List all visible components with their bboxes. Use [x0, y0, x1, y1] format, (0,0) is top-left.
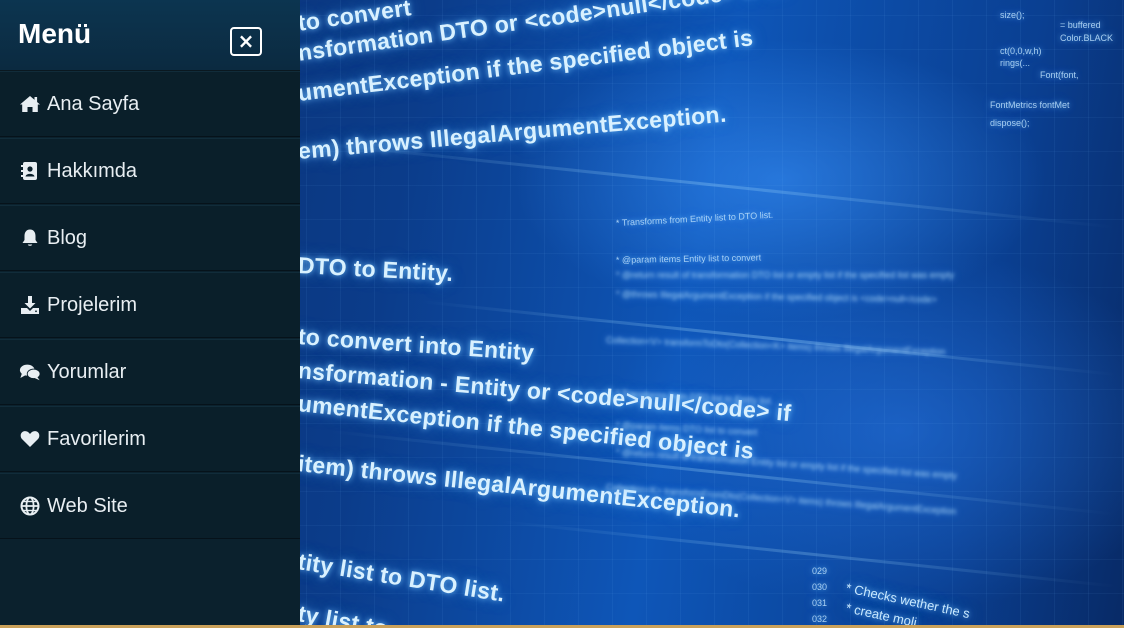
- menu-item-label: Web Site: [47, 494, 128, 517]
- line-number: 030: [812, 582, 828, 592]
- code-snippet: size();: [1000, 10, 1025, 20]
- code-snippet: ct(0,0,w,h): [1000, 46, 1042, 56]
- globe-icon: [19, 496, 41, 516]
- menu-item-label: Favorilerim: [47, 427, 146, 450]
- menu-item-hakkimda[interactable]: Hakkımda: [0, 138, 300, 204]
- menu-item-label: Blog: [47, 226, 88, 249]
- menu-header: Menü ×: [0, 0, 300, 71]
- menu-title: Menü: [18, 18, 92, 49]
- bell-icon: [19, 228, 41, 248]
- heart-icon: [19, 429, 41, 449]
- comments-icon: [19, 362, 41, 382]
- menu-item-label: Yorumlar: [47, 360, 127, 383]
- menu-item-favorilerim[interactable]: Favorilerim: [0, 406, 300, 472]
- code-comment: * @return result of transformation DTO l…: [616, 270, 955, 280]
- close-menu-button[interactable]: ×: [230, 27, 262, 56]
- code-snippet: rings(...: [1000, 58, 1031, 68]
- menu-item-projelerim[interactable]: Projelerim: [0, 272, 300, 338]
- menu-item-yorumlar[interactable]: Yorumlar: [0, 339, 300, 405]
- line-number: 029: [812, 566, 828, 576]
- close-icon: ×: [237, 29, 255, 53]
- code-snippet: Color.BLACK: [1060, 33, 1114, 43]
- line-number: 032: [812, 614, 828, 624]
- code-snippet: = buffered: [1060, 20, 1101, 30]
- menu-item-blog[interactable]: Blog: [0, 205, 300, 271]
- line-number: 031: [812, 598, 828, 608]
- code-snippet: Font(font,: [1040, 70, 1079, 80]
- menu-item-label: Hakkımda: [47, 159, 138, 182]
- menu-item-ana-sayfa[interactable]: Ana Sayfa: [0, 71, 300, 137]
- page: to convert nsformation DTO or <code>null…: [0, 0, 1124, 628]
- address-book-icon: [19, 161, 41, 181]
- home-icon: [19, 94, 41, 114]
- code-snippet: dispose();: [990, 118, 1030, 128]
- menu-item-web-site[interactable]: Web Site: [0, 473, 300, 539]
- code-snippet: FontMetrics fontMet: [990, 100, 1070, 110]
- menu-item-label: Projelerim: [47, 293, 138, 316]
- menu-item-label: Ana Sayfa: [47, 92, 140, 115]
- download-icon: [19, 295, 41, 315]
- side-menu: Menü × Ana Sayfa Hakkımda Blog Projeleri…: [0, 0, 300, 628]
